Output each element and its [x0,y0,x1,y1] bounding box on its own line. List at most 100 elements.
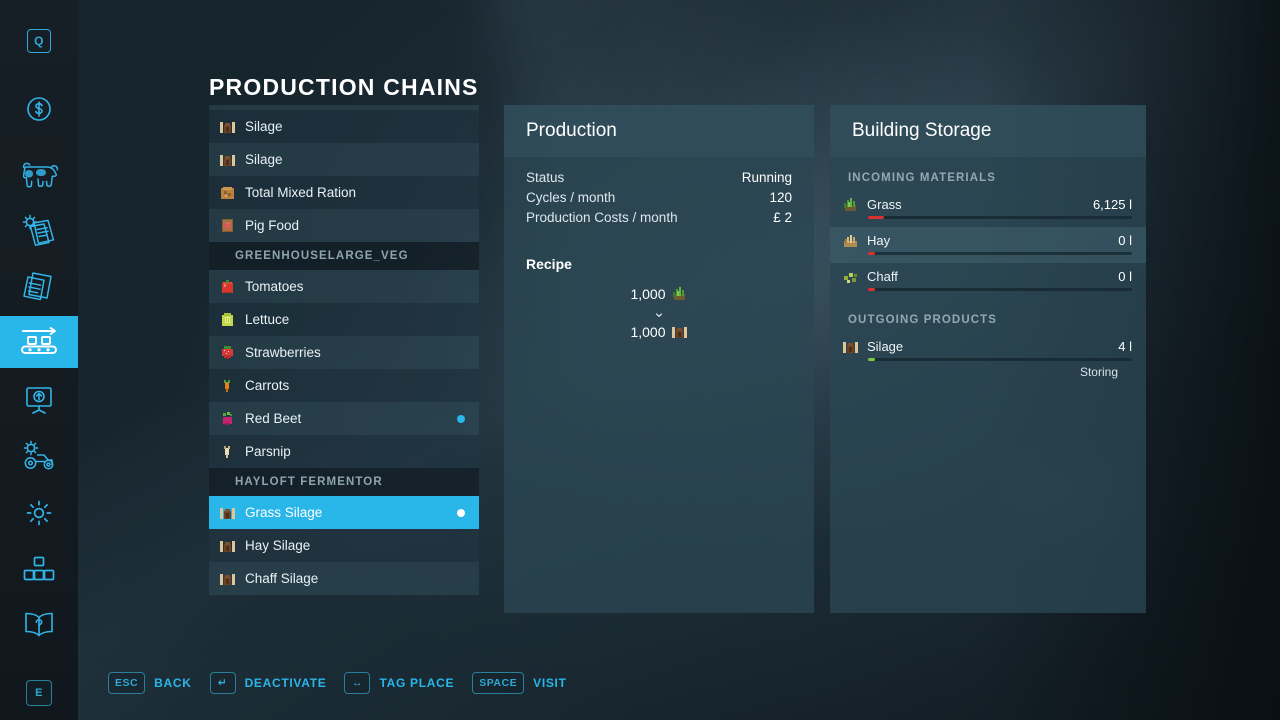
production-list-panel: SilageSilageSilageTotal Mixed RationPig … [209,105,479,613]
sidebar-item-construction[interactable] [0,546,78,592]
storage-item-note: Storing [1079,365,1118,379]
list-item-label: Parsnip [245,444,291,459]
storage-fill-bar [868,288,1132,291]
footer-hint[interactable]: SPACE VISIT [472,672,566,694]
production-stat-label: Cycles / month [526,190,616,205]
key-deactivate[interactable]: ↵ [209,672,236,694]
gear-icon [26,500,52,526]
storage-item-label: Hay [867,233,891,248]
key-back[interactable]: ESC [108,672,146,694]
quest-icon: Q [27,29,51,53]
recipe-output-amount: 1,000 [630,323,666,340]
parsnip-icon [219,443,236,460]
list-item[interactable]: Tomatoes [209,270,479,303]
footer-hint[interactable]: ESC BACK [108,672,192,694]
key-visit[interactable]: SPACE [472,672,525,694]
chaff-icon [842,268,859,285]
building-storage-panel: Building Storage INCOMING MATERIALS Gras… [830,105,1146,613]
finances-icon [27,97,51,121]
list-item-label: Strawberries [245,345,321,360]
key-e[interactable]: E [26,680,52,706]
incoming-materials-header: INCOMING MATERIALS [848,172,996,184]
production-chains-icon [21,326,57,354]
list-item[interactable]: Strawberries [209,336,479,369]
list-item[interactable]: Grass Silage [209,496,479,529]
tmr-icon [219,184,236,201]
page-title: PRODUCTION CHAINS [209,74,479,100]
documents-icon [23,272,52,301]
key-tag-place[interactable]: ↔ [344,672,371,694]
cow-icon [22,162,59,188]
vehicle-gear-icon [23,440,54,470]
list-item[interactable]: Lettuce [209,303,479,336]
list-item-label: Silage [245,152,283,167]
sidebar-item-help[interactable] [0,602,78,648]
sidebar-item-documents[interactable] [0,262,78,310]
storage-row: Chaff 0 l [830,263,1146,299]
storage-fill-bar [868,216,1132,219]
list-item-label: Lettuce [245,312,290,327]
sidebar-item-contracts[interactable] [0,206,78,254]
sidebar-bottom: E [0,680,78,706]
storage-fill [868,216,884,219]
sidebar-item-animals[interactable] [0,152,78,198]
production-stat-label: Status [526,170,565,185]
storage-row: Hay 0 l [830,227,1146,263]
footer-hint-label: BACK [154,676,192,690]
storage-item-amount: 0 l [1118,269,1132,284]
storage-item-label: Silage [867,339,904,354]
map-overview-icon [26,387,52,414]
list-item[interactable]: Pig Food [209,209,479,242]
help-book-icon [25,612,53,637]
production-stat-value: 120 [769,190,792,205]
chevron-down-icon: ⌄ [652,304,666,321]
silage-icon [842,338,859,355]
silage-icon [671,323,688,340]
recipe-output: 1,000 [504,323,814,340]
silage-icon [219,570,236,587]
recipe-input: 1,000 [504,285,814,302]
sidebar-rail: Q E [0,0,78,720]
sidebar-item-map-overview[interactable] [0,376,78,424]
list-item[interactable]: Carrots [209,369,479,402]
footer-hint-label: VISIT [533,676,567,690]
sidebar-item-vehicle-config[interactable] [0,432,78,480]
storage-item-label: Grass [867,197,902,212]
list-item[interactable]: Chaff Silage [209,562,479,595]
storage-panel-title: Building Storage [830,105,1146,157]
recipe-input-amount: 1,000 [630,285,666,302]
sidebar-item-production-chains[interactable] [0,316,78,368]
list-item[interactable]: Silage [209,143,479,176]
silage-icon [219,118,236,135]
list-item-label: Chaff Silage [245,571,319,586]
list-item-label: Grass Silage [245,505,323,520]
production-stat-value: Running [741,170,792,185]
production-panel: Production Status Running Cycles / month 12… [504,105,814,613]
list-item[interactable]: Total Mixed Ration [209,176,479,209]
sidebar-item-settings[interactable] [0,490,78,536]
storage-item-amount: 0 l [1118,233,1132,248]
footer-hint[interactable]: ↔ TAG PLACE [344,672,454,694]
footer-hint-label: TAG PLACE [379,676,455,690]
silage-icon [219,151,236,168]
list-item[interactable]: Silage [209,110,479,143]
list-item[interactable]: Red Beet [209,402,479,435]
list-item[interactable]: Parsnip [209,435,479,468]
tomato-icon [219,278,236,295]
silage-icon [219,537,236,554]
sidebar-item-quest[interactable]: Q [0,14,78,68]
list-group-header: HAYLOFT FERMENTOR [209,468,479,496]
production-stat-label: Production Costs / month [526,210,678,225]
production-list[interactable]: SilageSilageSilageTotal Mixed RationPig … [209,105,479,613]
carrot-icon [219,377,236,394]
production-stats: Status Running Cycles / month 120 Production… [504,168,814,228]
footer-hints: ESC BACK ↵ DEACTIVATE ↔ TAG PLACE SPACE VISIT [108,672,567,694]
storage-fill-bar [868,252,1132,255]
grass-icon [842,196,859,213]
footer-hint[interactable]: ↵ DEACTIVATE [209,672,327,694]
list-item-label: Red Beet [245,411,302,426]
storage-item-label: Chaff [867,269,898,284]
sidebar-item-finances[interactable] [0,82,78,136]
list-item[interactable]: Hay Silage [209,529,479,562]
storage-row: Grass 6,125 l [830,191,1146,227]
